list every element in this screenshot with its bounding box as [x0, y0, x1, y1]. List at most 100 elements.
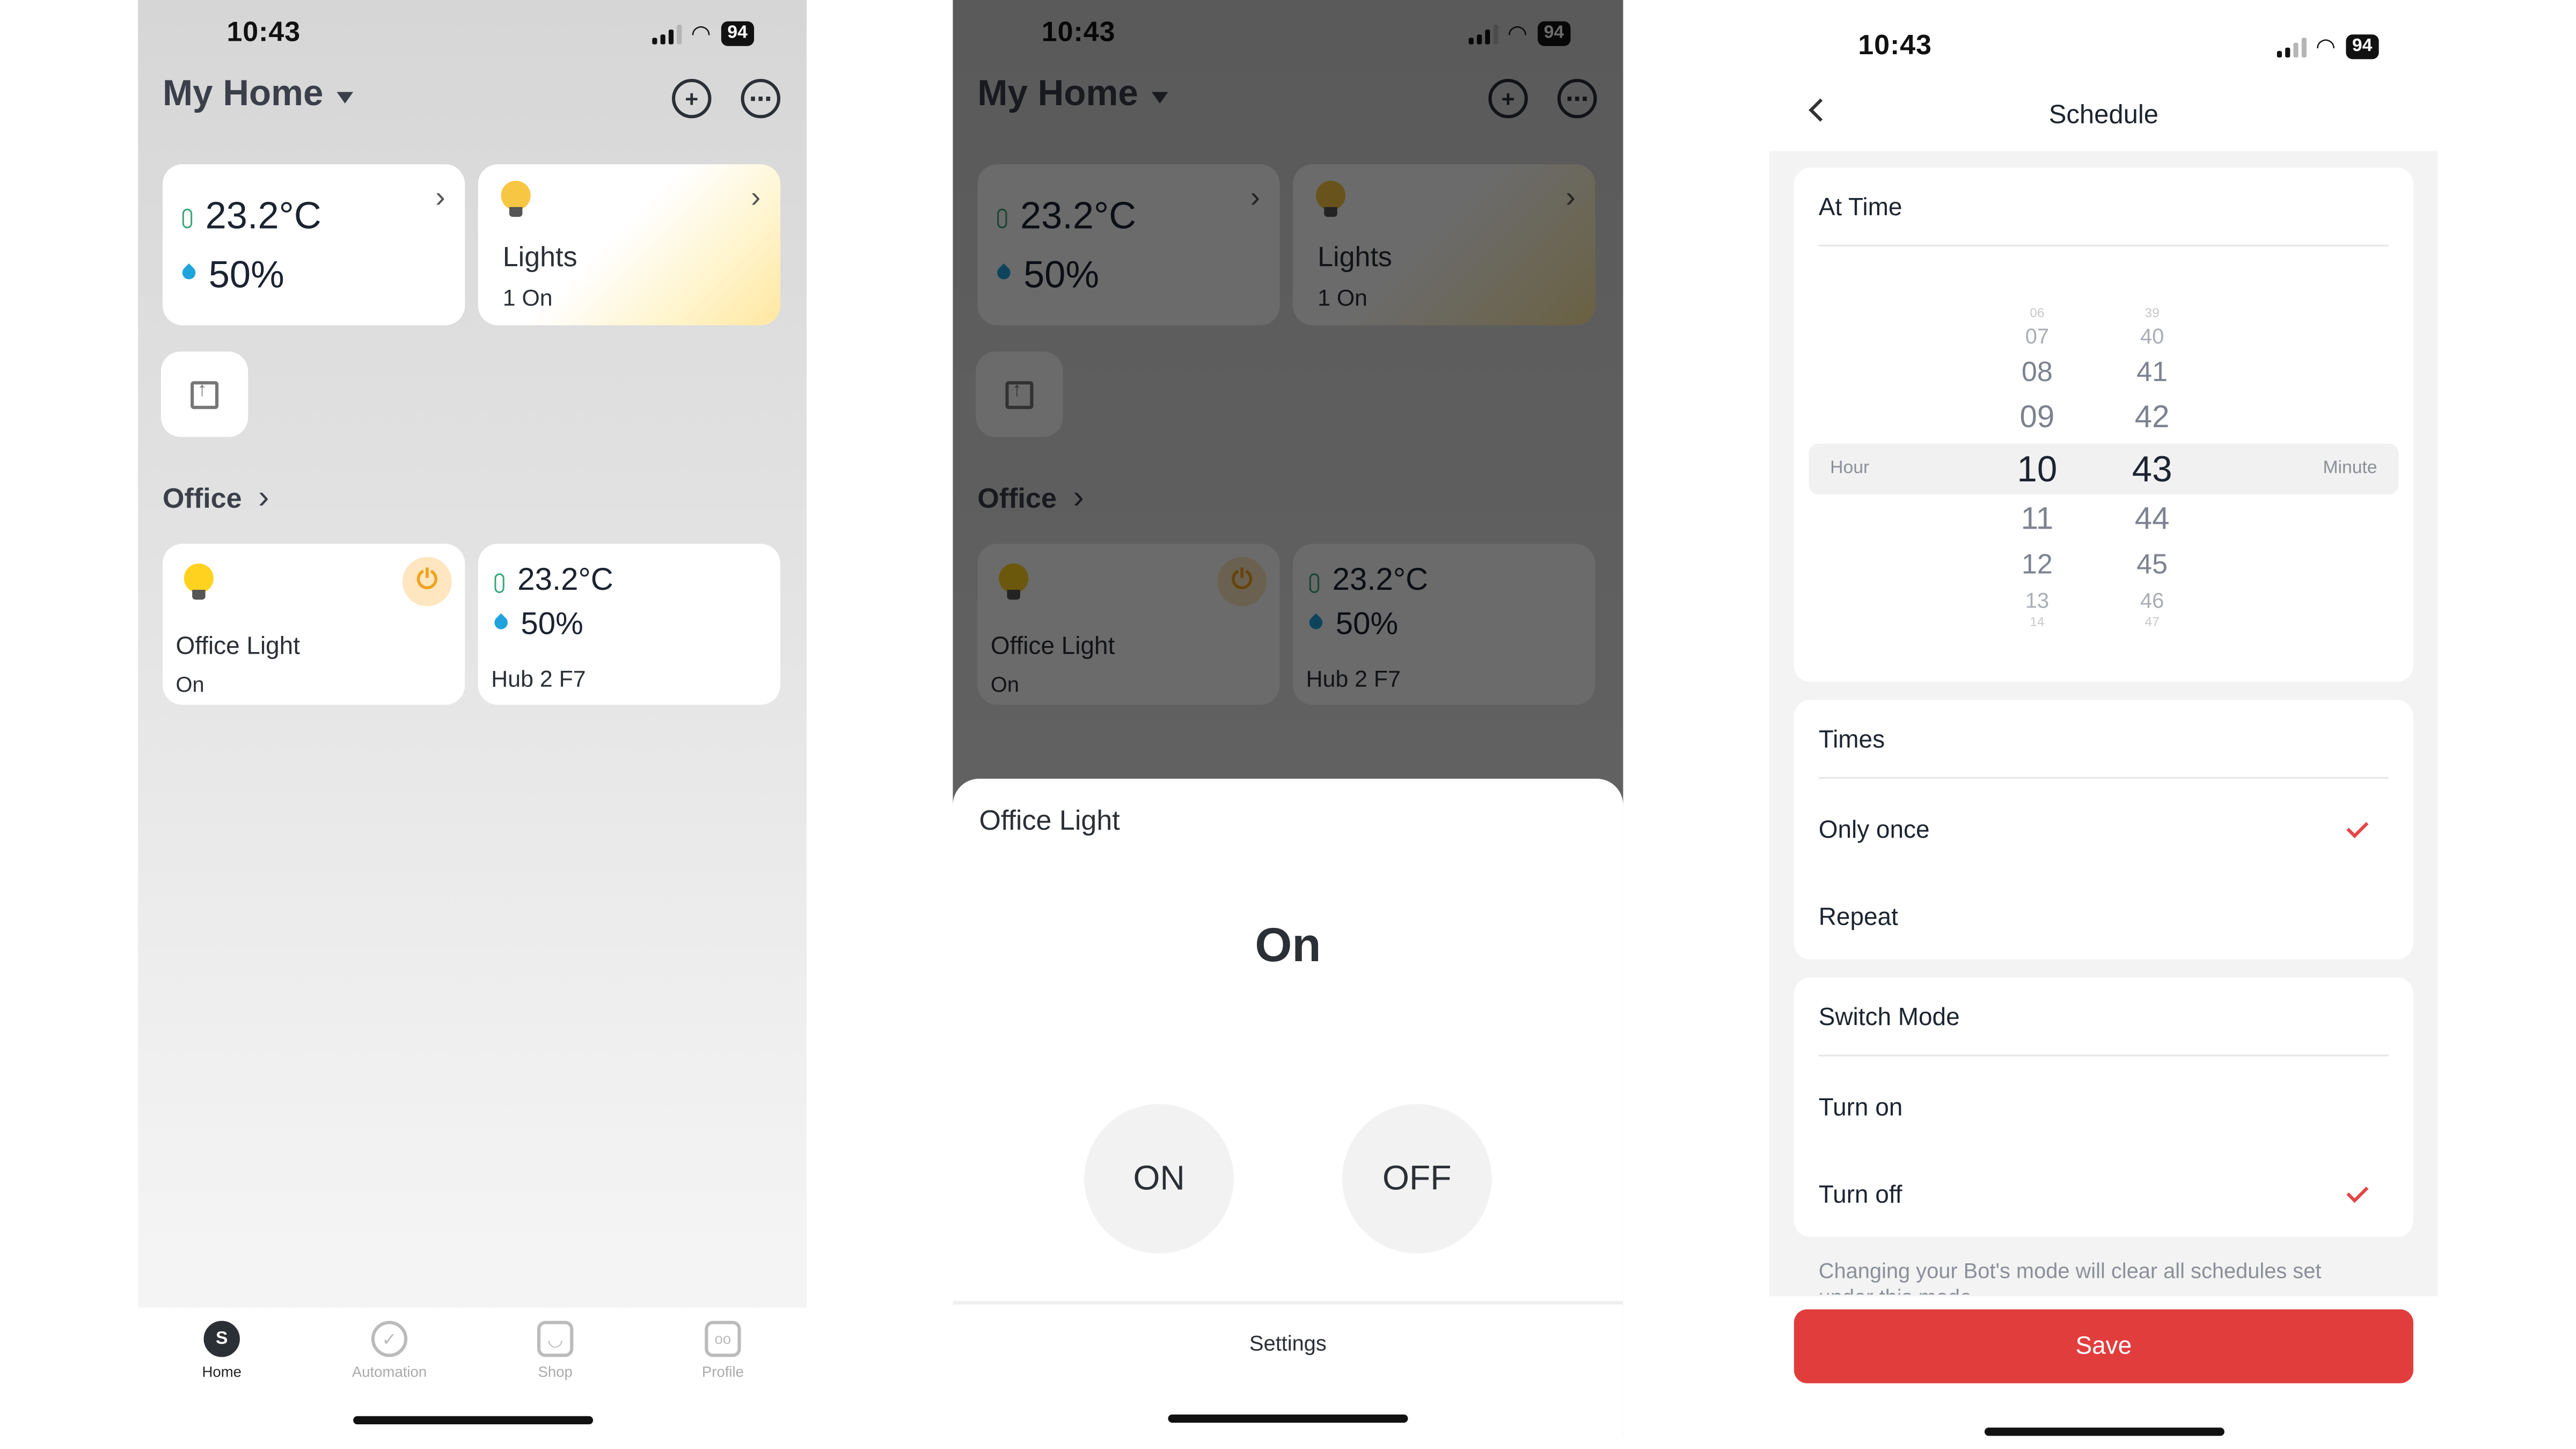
lights-status: 1 On: [502, 284, 553, 311]
save-button[interactable]: Save: [1794, 1309, 2413, 1384]
humidity-icon: [179, 262, 199, 281]
thermometer-icon: [494, 573, 504, 594]
tab-home[interactable]: S Home: [164, 1321, 279, 1380]
hub-temperature: 23.2°C: [517, 563, 613, 598]
tab-label: Shop: [538, 1363, 573, 1380]
picker-minute: 40: [2140, 324, 2164, 348]
home-title: My Home: [163, 72, 324, 114]
checkmark-icon: [2346, 816, 2369, 838]
bulb-icon: [184, 563, 214, 600]
picker-hour-selected: 10: [2017, 448, 2058, 490]
status-time: 10:43: [1858, 30, 1932, 61]
picker-minute: 44: [2134, 502, 2170, 538]
picker-hour: 07: [2025, 324, 2050, 348]
office-light-card[interactable]: ⏻ Office Light On: [163, 544, 465, 705]
section-office[interactable]: Office ›: [163, 480, 269, 517]
chevron-right-icon: ›: [435, 180, 445, 214]
section-title: Office: [163, 482, 242, 514]
home-screen: 10:43 ◠ 94 My Home + ⋯ › 23.2°C 50% › Li…: [138, 0, 807, 1446]
divider: [1818, 1055, 2389, 1057]
tab-profile[interactable]: oo Profile: [665, 1321, 780, 1380]
chevron-right-icon: ›: [750, 180, 761, 214]
tab-bar: S Home ✓ Automation ◡ Shop oo Profile: [138, 1307, 807, 1446]
hub-humidity: 50%: [521, 608, 583, 642]
home-indicator: [353, 1416, 594, 1425]
wallpaper-button[interactable]: [160, 352, 248, 437]
lights-card[interactable]: › Lights 1 On: [478, 164, 781, 326]
device-sheet-screen: 10:43 ◠ 94 My Home + ⋯ › 23.2°C 50% › Li…: [953, 0, 1623, 1438]
settings-button[interactable]: Settings: [953, 1331, 1623, 1356]
bulb-icon: [501, 180, 531, 217]
battery-icon: 94: [721, 21, 755, 46]
home-indicator: [1984, 1428, 2224, 1436]
picker-hour: 08: [2021, 356, 2053, 388]
tab-label: Profile: [701, 1363, 744, 1380]
image-upload-icon: [191, 377, 219, 408]
status-time: 10:43: [226, 16, 301, 48]
sheet-title: Office Light: [979, 804, 1120, 837]
mode-change-hint: Changing your Bot's mode will clear all …: [1818, 1258, 2322, 1294]
signal-icon: [2276, 36, 2306, 57]
device-control-sheet: Office Light On ON OFF Settings: [953, 779, 1623, 1438]
switch-mode-label: Switch Mode: [1818, 1004, 1960, 1032]
add-icon[interactable]: +: [672, 78, 712, 119]
switch-mode-panel: Switch Mode Turn on Turn off: [1794, 977, 2413, 1238]
picker-minute: 45: [2136, 548, 2168, 580]
caret-down-icon: [336, 91, 353, 103]
option-label: Turn off: [1818, 1181, 1902, 1210]
office-light-state: On: [175, 672, 204, 697]
option-repeat[interactable]: Repeat: [1819, 904, 1898, 932]
divider: [1818, 777, 2389, 779]
schedule-screen: 10:43 ◠ 94 Schedule At Time Hour Minute …: [1769, 0, 2438, 1446]
humidity-value: 50%: [208, 253, 284, 296]
signal-icon: [651, 24, 681, 44]
picker-hour: 12: [2021, 548, 2053, 580]
status-icons: ◠ 94: [651, 19, 755, 48]
power-icon[interactable]: ⏻: [402, 557, 452, 606]
tab-automation[interactable]: ✓ Automation: [332, 1321, 447, 1380]
home-s-icon: S: [203, 1321, 240, 1357]
more-icon[interactable]: ⋯: [741, 78, 781, 119]
at-time-panel: At Time Hour Minute 06 07 08 09 10 11 12…: [1794, 167, 2413, 682]
divider: [1818, 245, 2389, 247]
picker-minute: 47: [2145, 614, 2160, 630]
picker-minute: 42: [2134, 400, 2170, 436]
home-indicator: [1168, 1414, 1408, 1423]
automation-icon: ✓: [371, 1321, 408, 1357]
picker-minute: 46: [2140, 588, 2164, 613]
picker-hour: 09: [2019, 400, 2055, 436]
device-state: On: [1255, 920, 1321, 973]
profile-robot-icon: oo: [705, 1321, 741, 1357]
chevron-right-icon: ›: [258, 479, 269, 516]
tab-label: Automation: [352, 1363, 427, 1380]
times-label: Times: [1818, 726, 1885, 755]
hub-name: Hub 2 F7: [491, 665, 586, 692]
picker-hour: 14: [2030, 614, 2045, 630]
on-button[interactable]: ON: [1084, 1104, 1234, 1254]
option-turn-on[interactable]: Turn on: [1819, 1094, 1903, 1122]
home-selector[interactable]: My Home: [163, 72, 353, 115]
climate-card[interactable]: › 23.2°C 50%: [163, 164, 465, 326]
picker-minute-selected: 43: [2132, 448, 2172, 490]
times-panel: Times Only once Repeat: [1794, 700, 2413, 960]
wifi-icon: ◠: [691, 19, 711, 46]
at-time-label: At Time: [1818, 194, 1902, 222]
humidity-icon: [492, 613, 510, 632]
tab-label: Home: [202, 1363, 241, 1380]
picker-hour: 11: [2021, 502, 2054, 538]
off-button[interactable]: OFF: [1342, 1104, 1492, 1254]
page-title: Schedule: [2048, 101, 2158, 130]
divider: [953, 1301, 1623, 1305]
hour-unit-label: Hour: [1830, 458, 1870, 478]
wifi-icon: ◠: [2315, 33, 2336, 60]
picker-minute: 39: [2145, 305, 2160, 320]
picker-hour: 06: [2030, 305, 2045, 320]
option-label: Only once: [1818, 816, 1930, 845]
shop-icon: ◡: [537, 1321, 574, 1357]
temperature-value: 23.2°C: [205, 194, 321, 237]
hub-card[interactable]: 23.2°C 50% Hub 2 F7: [478, 544, 781, 705]
checkmark-icon: [2346, 1181, 2369, 1203]
tab-shop[interactable]: ◡ Shop: [498, 1321, 613, 1380]
canvas: 10:43 ◠ 94 My Home + ⋯ › 23.2°C 50% › Li…: [0, 0, 2576, 1446]
picker-selection-band: [1809, 443, 2399, 495]
